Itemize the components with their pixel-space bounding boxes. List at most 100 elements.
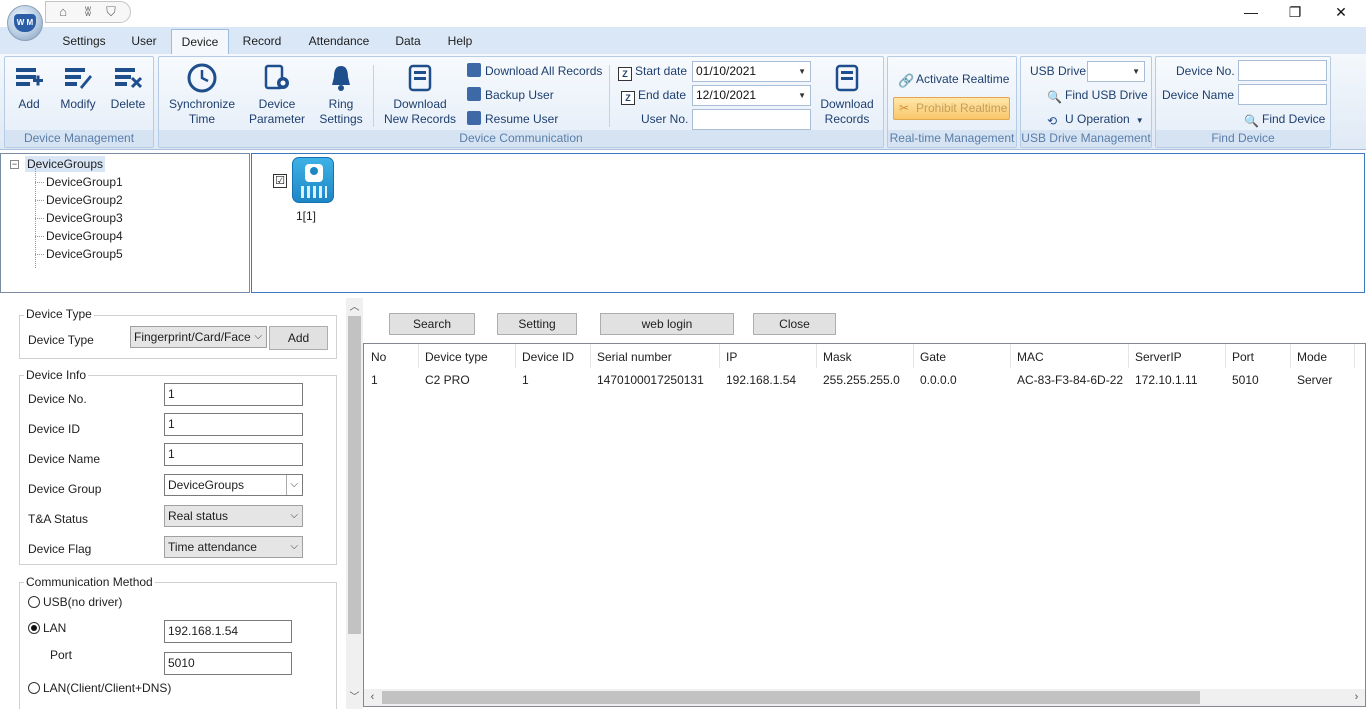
device-info-section-title: Device Info — [24, 368, 89, 382]
find-device-button[interactable]: 🔍 Find Device — [1244, 110, 1325, 128]
customize-icon[interactable]: ⛉ — [102, 4, 120, 20]
column-divider — [1128, 344, 1129, 368]
usb-drive-select[interactable]: ▼ — [1087, 61, 1145, 82]
app-logo[interactable]: W M — [7, 5, 43, 41]
find-device-no-input[interactable] — [1238, 60, 1327, 81]
column-divider — [816, 344, 817, 368]
cell-device-type: C2 PRO — [425, 373, 470, 387]
search-button[interactable]: Search — [389, 313, 475, 335]
lan-ip-input[interactable]: 192.168.1.54 — [164, 620, 292, 643]
lan-radio[interactable] — [28, 622, 40, 634]
device-name-input[interactable]: 1 — [164, 443, 303, 466]
modify-label: Modify — [60, 97, 96, 111]
column-header-device-id[interactable]: Device ID — [522, 350, 574, 364]
scroll-down-icon[interactable]: ﹀ — [346, 690, 363, 706]
delete-icon — [115, 68, 143, 89]
minimize-button[interactable]: — — [1228, 0, 1274, 27]
column-header-port[interactable]: Port — [1232, 350, 1254, 364]
usb-group-label: USB Drive Management — [1021, 130, 1151, 147]
tab-data[interactable]: Data — [388, 29, 428, 54]
prohibit-realtime-button[interactable]: ✂ Prohibit Realtime — [893, 97, 1010, 120]
home-icon[interactable]: ⌂ — [54, 4, 72, 20]
chevron-down-icon: ▼ — [1135, 116, 1144, 125]
download-new-records-line1: Download — [393, 97, 447, 111]
tree-item-devicegroup4[interactable]: DeviceGroup4 — [46, 227, 123, 245]
users-icon[interactable]: ʬ — [79, 4, 97, 20]
tab-record[interactable]: Record — [236, 29, 288, 54]
add-label: Add — [18, 97, 40, 111]
scroll-up-icon[interactable]: ︿ — [346, 300, 363, 316]
column-header-mode[interactable]: Mode — [1297, 350, 1327, 364]
device-flag-select[interactable]: Time attendance ⌵ — [164, 536, 303, 558]
column-header-no[interactable]: No — [371, 350, 386, 364]
setting-button[interactable]: Setting — [497, 313, 577, 335]
device-group-select[interactable]: DeviceGroups ⌵ — [164, 474, 303, 496]
tree-root-devicegroups[interactable]: DeviceGroups — [25, 156, 106, 172]
column-header-mask[interactable]: Mask — [823, 350, 852, 364]
device-id-input[interactable]: 1 — [164, 413, 303, 436]
download-all-records-button[interactable]: Download All Records — [467, 62, 602, 80]
activate-realtime-button[interactable]: 🔗 Activate Realtime — [898, 70, 1009, 88]
tree-item-devicegroup5[interactable]: DeviceGroup5 — [46, 245, 123, 263]
bell-icon — [332, 66, 350, 91]
backup-user-button[interactable]: Backup User — [467, 86, 554, 104]
end-date-picker[interactable]: 12/10/2021 ▼ — [692, 85, 811, 106]
start-date-picker[interactable]: 01/10/2021 ▼ — [692, 61, 811, 82]
resume-user-button[interactable]: Resume User — [467, 110, 558, 128]
synchronize-time-button[interactable]: Synchronize Time — [167, 63, 237, 127]
device-no-input[interactable]: 1 — [164, 383, 303, 406]
ring-settings-line2: Settings — [319, 112, 363, 126]
column-header-serial-number[interactable]: Serial number — [597, 350, 672, 364]
find-usb-drive-button[interactable]: 🔍 Find USB Drive — [1047, 86, 1148, 104]
communication-section-title: Communication Method — [24, 575, 155, 589]
port-input[interactable]: 5010 — [164, 652, 292, 675]
modify-device-button[interactable]: Modify — [55, 63, 101, 112]
scroll-right-icon[interactable]: › — [1348, 689, 1365, 706]
tab-attendance[interactable]: Attendance — [300, 29, 378, 54]
device-terminal-icon[interactable] — [292, 157, 334, 203]
download-new-records-button[interactable]: Download New Records — [381, 63, 459, 127]
web-login-button[interactable]: web login — [600, 313, 734, 335]
close-search-button[interactable]: Close — [753, 313, 836, 335]
device-type-select[interactable]: Fingerprint/Card/Face ⌵ — [130, 326, 267, 348]
resume-icon — [467, 111, 481, 125]
collapse-icon[interactable]: − — [10, 160, 19, 169]
tree-item-devicegroup3[interactable]: DeviceGroup3 — [46, 209, 123, 227]
tab-user[interactable]: User — [124, 29, 164, 54]
add-device-type-button[interactable]: Add — [269, 326, 328, 350]
backup-icon — [467, 87, 481, 101]
device-parameter-button[interactable]: Device Parameter — [243, 63, 311, 127]
column-header-gate[interactable]: Gate — [920, 350, 946, 364]
u-operation-button[interactable]: ⟲ U Operation ▼ — [1047, 110, 1144, 128]
device-checkbox[interactable]: ☑ — [273, 174, 287, 188]
lan-client-radio[interactable] — [28, 682, 40, 694]
column-header-mac[interactable]: MAC — [1017, 350, 1044, 364]
usb-radio[interactable] — [28, 596, 40, 608]
ring-settings-button[interactable]: Ring Settings — [317, 63, 365, 127]
cell-serverip: 172.10.1.11 — [1135, 373, 1198, 387]
tree-item-devicegroup2[interactable]: DeviceGroup2 — [46, 191, 123, 209]
find-usb-drive-label: Find USB Drive — [1065, 88, 1148, 102]
close-button[interactable]: ✕ — [1318, 0, 1364, 27]
column-header-ip[interactable]: IP — [726, 350, 737, 364]
ta-status-select[interactable]: Real status ⌵ — [164, 505, 303, 527]
scroll-thumb[interactable] — [348, 316, 361, 634]
tree-item-devicegroup1[interactable]: DeviceGroup1 — [46, 173, 123, 191]
find-device-name-input[interactable] — [1238, 84, 1327, 105]
column-header-device-type[interactable]: Device type — [425, 350, 488, 364]
quick-access-toolbar: ⌂ ʬ ⛉ — [45, 1, 131, 23]
download-records-button[interactable]: Download Records — [815, 63, 879, 127]
add-device-button[interactable]: Add — [11, 63, 47, 112]
restore-button[interactable]: ❐ — [1272, 0, 1318, 27]
clock-icon — [187, 63, 217, 93]
tab-settings[interactable]: Settings — [55, 29, 113, 54]
scroll-left-icon[interactable]: ‹ — [364, 689, 381, 706]
left-panel-scrollbar[interactable]: ︿ ﹀ — [346, 298, 363, 709]
column-header-serverip[interactable]: ServerIP — [1135, 350, 1182, 364]
delete-device-button[interactable]: Delete — [108, 63, 148, 112]
user-no-input[interactable] — [692, 109, 811, 130]
scroll-thumb[interactable] — [382, 691, 1200, 704]
tab-device[interactable]: Device — [171, 29, 229, 54]
grid-horizontal-scrollbar[interactable]: ‹ › — [364, 689, 1365, 706]
tab-help[interactable]: Help — [440, 29, 480, 54]
